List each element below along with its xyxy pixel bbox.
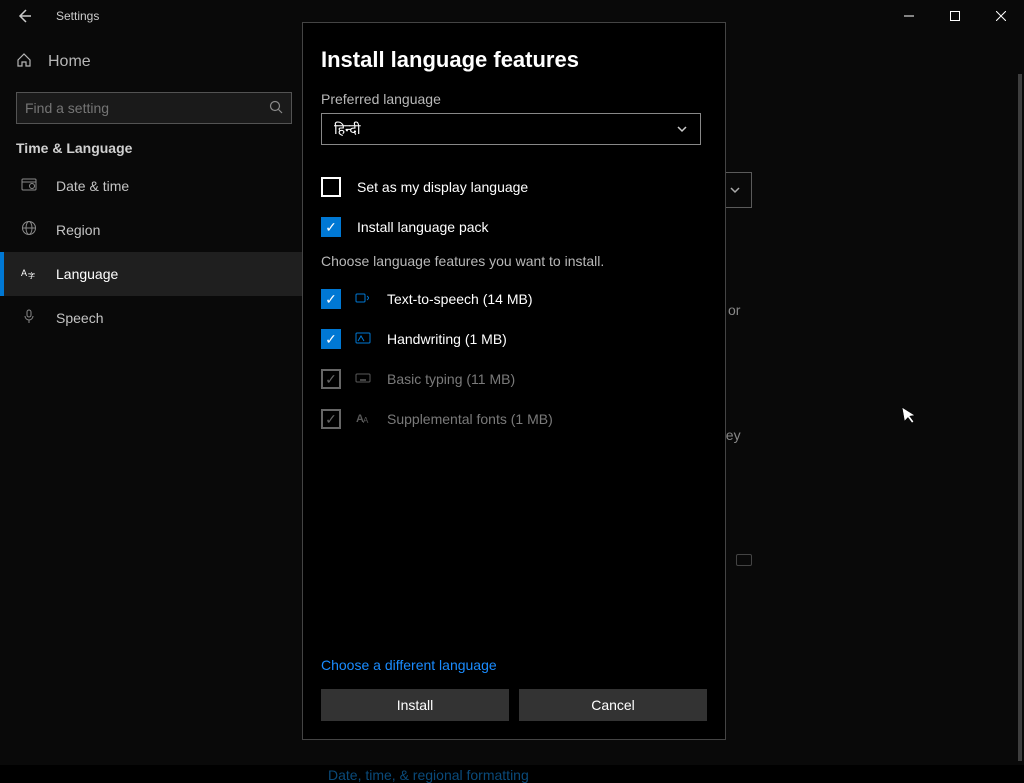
search-box[interactable] [16,92,292,124]
svg-text:A: A [21,268,27,278]
sidebar-item-label: Language [56,266,118,282]
checkbox-label: Install language pack [357,219,489,235]
sidebar-item-date-time[interactable]: Date & time [0,164,308,208]
sidebar: Home Time & Language Date & time Region [0,32,308,765]
close-button[interactable] [978,0,1024,32]
minimize-button[interactable] [886,0,932,32]
checkbox-label: Set as my display language [357,179,528,195]
back-arrow-icon [16,8,32,24]
install-language-pack-checkbox[interactable]: ✓ [321,217,341,237]
fonts-icon: AA [355,410,373,429]
choose-features-label: Choose language features you want to ins… [321,253,707,269]
sidebar-item-label: Region [56,222,100,238]
dialog-footer: Choose a different language Install Canc… [321,657,707,721]
maximize-button[interactable] [932,0,978,32]
install-button[interactable]: Install [321,689,509,721]
sidebar-home-label: Home [48,53,91,71]
handwriting-icon [355,330,373,349]
chevron-down-icon [729,184,741,196]
search-input[interactable] [25,100,269,116]
feature-checkbox: ✓ [321,409,341,429]
svg-text:A: A [363,416,369,425]
clock-icon [20,176,38,196]
set-display-language-checkbox[interactable] [321,177,341,197]
language-icon: A字 [20,264,38,284]
dialog-button-row: Install Cancel [321,689,707,721]
set-display-language-row: Set as my display language [321,167,707,207]
search-icon [269,100,283,117]
feature-supplemental-fonts: ✓ AA Supplemental fonts (1 MB) [321,399,707,439]
sidebar-item-label: Speech [56,310,103,326]
feature-checkbox[interactable]: ✓ [321,289,341,309]
scrollbar[interactable] [1018,74,1022,761]
feature-text-to-speech: ✓ Text-to-speech (14 MB) [321,279,707,319]
sidebar-category-header: Time & Language [0,140,308,164]
svg-text:字: 字 [28,271,35,280]
keyboard-icon [736,554,752,566]
sidebar-item-region[interactable]: Region [0,208,308,252]
choose-different-language-link[interactable]: Choose a different language [321,657,497,673]
text-to-speech-icon [355,290,373,309]
selected-language-value: हिन्दी [334,120,360,139]
install-language-pack-row: ✓ Install language pack [321,207,707,247]
feature-handwriting: ✓ Handwriting (1 MB) [321,319,707,359]
sidebar-item-label: Date & time [56,178,129,194]
back-button[interactable] [8,0,40,32]
globe-icon [20,220,38,240]
feature-label: Basic typing (11 MB) [387,371,515,387]
feature-checkbox: ✓ [321,369,341,389]
cancel-button[interactable]: Cancel [519,689,707,721]
app-title: Settings [56,9,99,23]
preferred-language-label: Preferred language [321,91,707,107]
bg-text-fragment: or [728,302,740,318]
dialog-title: Install language features [321,47,707,73]
feature-checkbox[interactable]: ✓ [321,329,341,349]
feature-label: Supplemental fonts (1 MB) [387,411,553,427]
home-icon [16,52,32,73]
keyboard-icon [355,370,373,389]
sidebar-item-speech[interactable]: Speech [0,296,308,340]
microphone-icon [20,308,38,328]
feature-label: Handwriting (1 MB) [387,331,507,347]
chevron-down-icon [676,123,688,135]
caption-buttons [886,0,1024,32]
sidebar-home[interactable]: Home [0,42,308,82]
sidebar-item-language[interactable]: A字 Language [0,252,308,296]
bg-link[interactable]: Date, time, & regional formatting [328,767,529,783]
feature-label: Text-to-speech (14 MB) [387,291,533,307]
install-language-dialog: Install language features Preferred lang… [302,22,726,740]
preferred-language-dropdown[interactable]: हिन्दी [321,113,701,145]
feature-basic-typing: ✓ Basic typing (11 MB) [321,359,707,399]
